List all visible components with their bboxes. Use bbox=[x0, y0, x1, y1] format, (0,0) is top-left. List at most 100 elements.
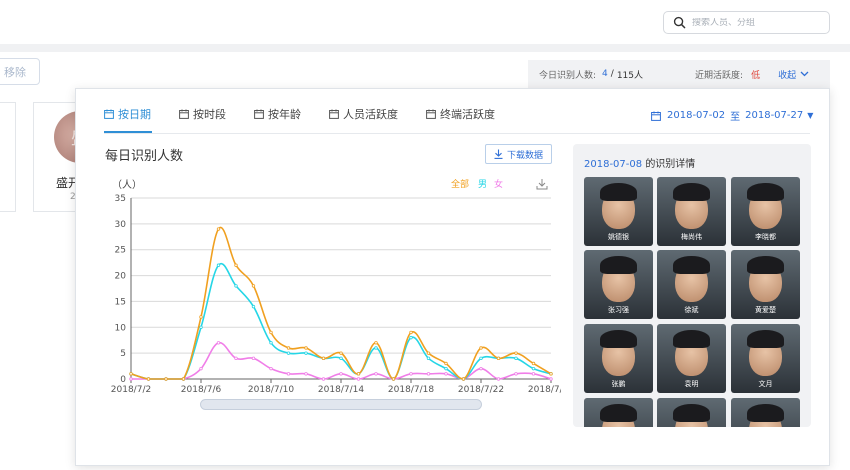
face-thumbnail[interactable]: 徐斌 bbox=[657, 250, 726, 319]
face-thumbnail[interactable]: 文月 bbox=[731, 324, 800, 393]
recognition-detail-panel: 2018-07-08 的识别详情 姚德银 梅尚伟 李晓都 张习强 徐斌 黄爱楚 张鹏 袁明 文月 bbox=[573, 144, 811, 427]
face-thumbnail[interactable]: 李晓都 bbox=[731, 177, 800, 246]
data-point bbox=[374, 341, 378, 345]
data-point bbox=[531, 361, 536, 366]
face-thumbnail[interactable] bbox=[731, 398, 800, 427]
data-point bbox=[409, 335, 413, 340]
calendar-icon bbox=[254, 109, 264, 119]
face-hair bbox=[600, 330, 637, 348]
face-hair bbox=[600, 404, 637, 422]
data-point bbox=[531, 372, 536, 376]
data-point bbox=[251, 356, 256, 361]
face-thumbnail[interactable]: 黄爱楚 bbox=[731, 250, 800, 319]
remove-button[interactable]: 移除 bbox=[0, 58, 40, 85]
data-point bbox=[339, 356, 343, 361]
data-point bbox=[409, 372, 413, 376]
data-zoom-slider[interactable] bbox=[200, 399, 482, 410]
today-recognized-label: 今日识别人数: bbox=[539, 70, 597, 81]
recognition-stats-bar: 今日识别人数: 4 / 115人 近期活跃度: 低 收起 bbox=[528, 60, 830, 88]
data-point bbox=[444, 366, 448, 371]
data-point bbox=[374, 372, 378, 376]
y-tick-label: 5 bbox=[120, 349, 126, 359]
collapse-button-label: 收起 bbox=[778, 70, 797, 81]
date-range-separator: 至 bbox=[730, 112, 741, 123]
face-thumbnail[interactable] bbox=[584, 398, 653, 427]
tab-label: 终端活跃度 bbox=[440, 108, 495, 121]
data-point bbox=[304, 351, 308, 355]
remove-button-label: 移除 bbox=[4, 65, 26, 79]
legend-entry: 女 bbox=[494, 178, 503, 190]
tab-label: 按年龄 bbox=[268, 108, 301, 121]
data-point bbox=[304, 372, 308, 376]
download-icon bbox=[494, 149, 503, 159]
date-range-picker[interactable]: 2018-07-02 至 2018-07-27 ▼ bbox=[651, 108, 813, 123]
data-point bbox=[216, 263, 221, 267]
tab-divider bbox=[104, 133, 810, 134]
data-point bbox=[531, 366, 536, 371]
data-point bbox=[286, 372, 291, 376]
data-point bbox=[496, 377, 501, 381]
data-point bbox=[216, 227, 221, 231]
data-point bbox=[321, 356, 326, 361]
data-point bbox=[461, 377, 466, 381]
calendar-icon bbox=[104, 109, 114, 119]
tab-by-time-period[interactable]: 按时段 bbox=[179, 106, 226, 122]
face-name: 黄爱楚 bbox=[755, 306, 776, 314]
data-point bbox=[199, 366, 203, 371]
tab-person-activity[interactable]: 人员活跃度 bbox=[329, 106, 398, 122]
total-people-count: 115人 bbox=[616, 70, 644, 81]
face-thumbnail[interactable] bbox=[657, 398, 726, 427]
y-tick-label: 25 bbox=[115, 246, 126, 256]
data-point bbox=[286, 351, 291, 355]
data-point bbox=[129, 372, 133, 376]
detail-date: 2018-07-08 bbox=[584, 159, 643, 170]
face-thumbnail[interactable]: 袁明 bbox=[657, 324, 726, 393]
search-box[interactable] bbox=[663, 11, 830, 34]
download-data-button[interactable]: 下载数据 bbox=[485, 144, 552, 164]
data-point bbox=[479, 356, 483, 361]
tab-label: 按时段 bbox=[193, 108, 226, 121]
top-bar-divider bbox=[0, 44, 850, 52]
data-point bbox=[444, 372, 448, 376]
tab-by-date[interactable]: 按日期 bbox=[104, 106, 151, 122]
face-hair bbox=[747, 183, 784, 201]
face-thumbnail[interactable]: 张习强 bbox=[584, 250, 653, 319]
search-input[interactable] bbox=[692, 17, 822, 28]
face-thumbnail[interactable]: 张鹏 bbox=[584, 324, 653, 393]
data-point bbox=[199, 325, 203, 329]
data-point bbox=[164, 377, 168, 381]
face-hair bbox=[747, 256, 784, 274]
calendar-icon bbox=[426, 109, 436, 119]
tab-terminal-activity[interactable]: 终端活跃度 bbox=[426, 106, 495, 122]
face-name: 张鹏 bbox=[611, 380, 626, 388]
data-point bbox=[321, 377, 326, 381]
x-tick-label: 2018/7/14 bbox=[318, 385, 364, 395]
data-point bbox=[549, 372, 553, 376]
data-point bbox=[426, 372, 431, 376]
data-point bbox=[391, 377, 396, 381]
person-card-partial[interactable] bbox=[0, 102, 16, 212]
data-point bbox=[514, 372, 518, 376]
face-name: 李晓都 bbox=[755, 233, 776, 241]
data-point bbox=[181, 377, 186, 381]
face-name: 文月 bbox=[758, 380, 773, 388]
face-name: 张习强 bbox=[608, 306, 629, 314]
face-thumbnail[interactable]: 梅尚伟 bbox=[657, 177, 726, 246]
data-point bbox=[444, 361, 448, 366]
face-thumbnail[interactable]: 姚德银 bbox=[584, 177, 653, 246]
face-hair bbox=[673, 256, 710, 274]
data-point bbox=[514, 356, 518, 361]
face-hair bbox=[600, 183, 637, 201]
data-point bbox=[549, 377, 553, 381]
face-hair bbox=[600, 256, 637, 274]
calendar-icon bbox=[651, 111, 661, 121]
data-point bbox=[496, 356, 501, 361]
data-point bbox=[234, 284, 238, 288]
data-point bbox=[251, 304, 256, 309]
face-name: 梅尚伟 bbox=[681, 233, 702, 241]
y-tick-label: 15 bbox=[115, 297, 126, 307]
collapse-button[interactable]: 收起 bbox=[778, 68, 809, 81]
x-tick-label: 2018/7/6 bbox=[181, 385, 222, 395]
tab-by-age[interactable]: 按年龄 bbox=[254, 106, 301, 122]
data-point bbox=[129, 377, 133, 381]
